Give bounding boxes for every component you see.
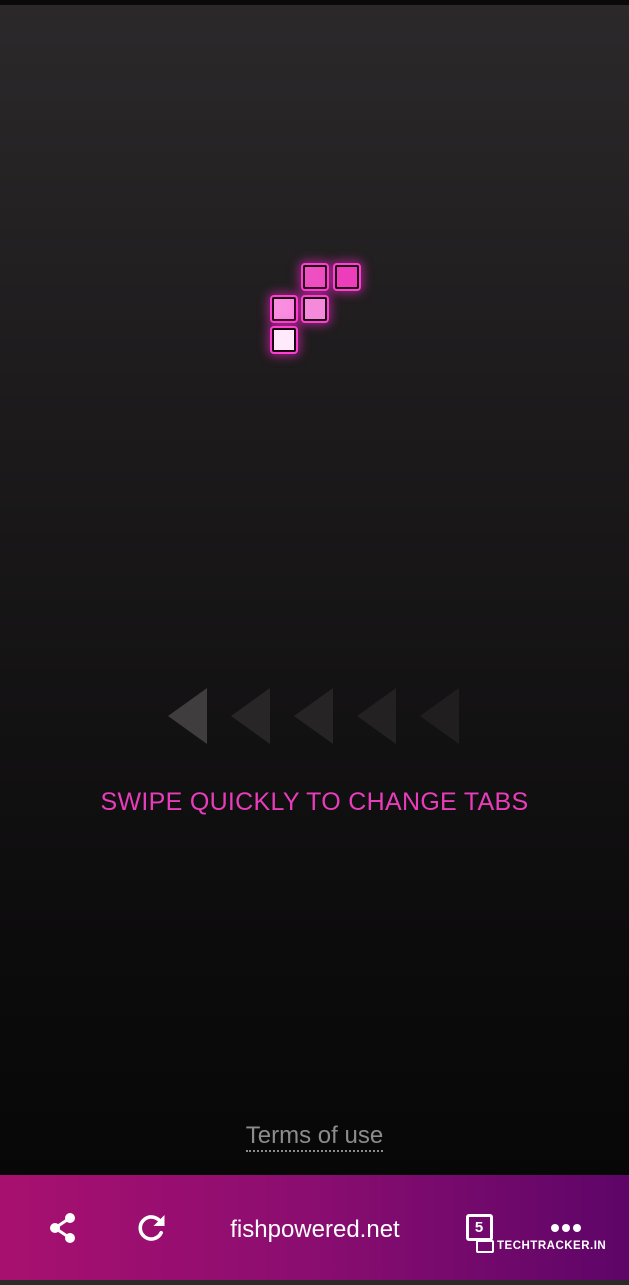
arrow-left-icon <box>231 688 270 744</box>
watermark: TechTracker.in <box>476 1238 606 1254</box>
reload-icon <box>138 1214 165 1241</box>
bottom-toolbar: fishpowered.net 5 <box>0 1175 629 1280</box>
watermark-logo-icon <box>476 1239 494 1253</box>
more-dots-icon <box>551 1223 581 1232</box>
logo-block <box>301 263 329 291</box>
share-button[interactable] <box>36 1175 90 1280</box>
reload-button[interactable] <box>124 1175 178 1280</box>
terms-of-use-link[interactable]: Terms of use <box>245 1122 384 1152</box>
tab-count-badge: 5 <box>465 1214 493 1241</box>
status-strip <box>0 0 629 5</box>
share-icon <box>50 1212 75 1243</box>
logo-block <box>301 295 329 323</box>
logo-block <box>333 263 361 291</box>
url-display[interactable]: fishpowered.net <box>210 1175 420 1280</box>
arrow-left-icon <box>294 688 333 744</box>
tetromino-logo-icon <box>264 258 368 358</box>
watermark-text: TechTracker.in <box>497 1240 607 1252</box>
arrow-left-icon <box>420 688 459 744</box>
logo-block <box>270 326 298 354</box>
more-button[interactable] <box>540 1175 592 1280</box>
arrow-left-icon <box>357 688 396 744</box>
terms-container: Terms of use <box>0 1122 629 1152</box>
swipe-left-arrows-icon <box>168 686 468 746</box>
swipe-hint-text: SWIPE QUICKLY TO CHANGE TABS <box>100 788 529 816</box>
arrow-left-icon <box>168 688 207 744</box>
logo-block <box>270 295 298 323</box>
tabs-button[interactable]: 5 <box>454 1175 504 1280</box>
